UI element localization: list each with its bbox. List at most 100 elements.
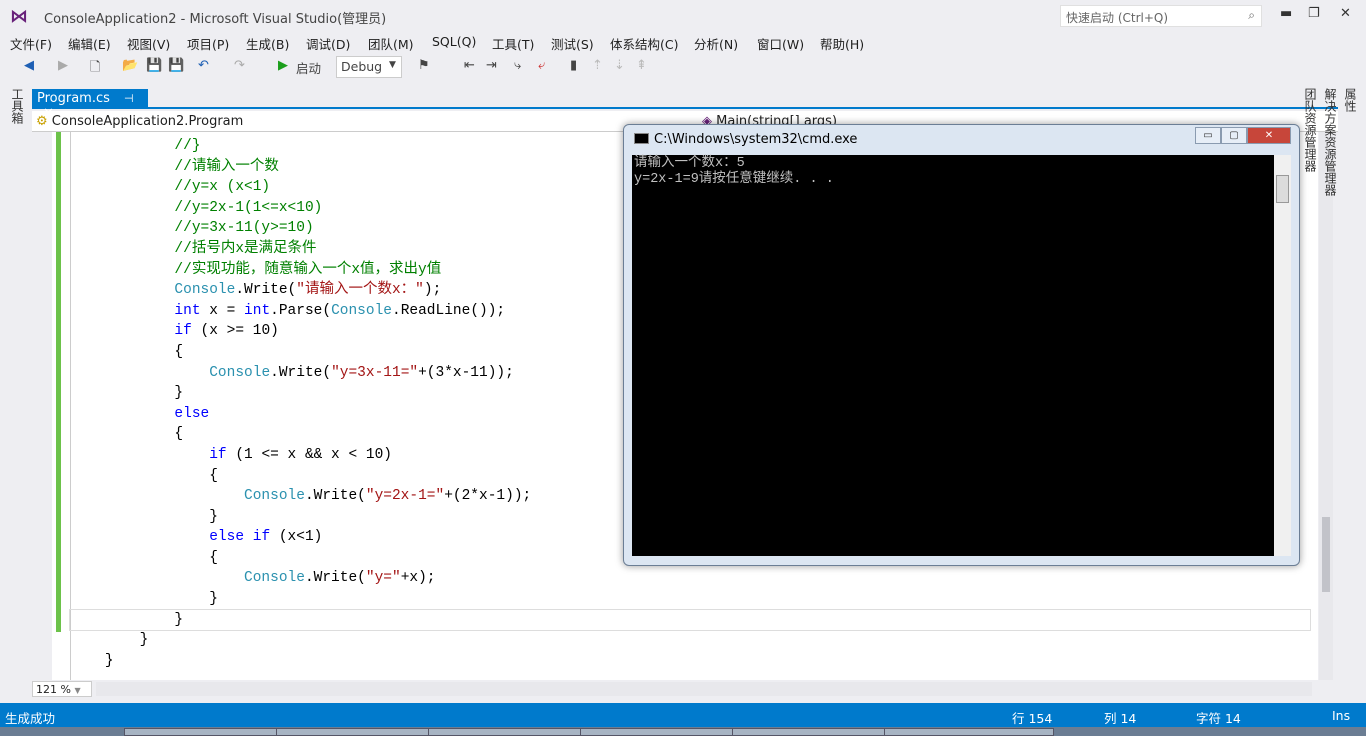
code-token: } xyxy=(104,652,114,669)
cmd-scrollbar-thumb[interactable] xyxy=(1276,175,1289,203)
clear-bookmarks-icon[interactable]: ⇞ xyxy=(636,58,647,73)
status-column: 列 14 xyxy=(1104,711,1137,726)
menu-item[interactable]: 窗口(W) xyxy=(757,34,804,53)
cmd-window[interactable]: C:\Windows\system32\cmd.exe ▭ ▢ ✕ 请输入一个数x：… xyxy=(623,124,1300,566)
solution-explorer-tab[interactable]: 解决方案资源管理器 xyxy=(1320,88,1340,196)
code-token: Console xyxy=(244,488,305,505)
taskbar-item[interactable] xyxy=(580,728,750,736)
cmd-icon xyxy=(634,133,649,144)
window-title: ConsoleApplication2 - Microsoft Visual S… xyxy=(44,12,387,27)
code-token: //请输入一个数 xyxy=(174,158,279,175)
pin-icon[interactable]: ⊣ xyxy=(124,92,134,105)
bookmark-icon[interactable]: ▮ xyxy=(570,58,577,73)
editor-horizontal-scrollbar[interactable] xyxy=(96,682,1312,696)
code-token: .Write( xyxy=(304,570,366,587)
code-token: //} xyxy=(174,138,201,154)
code-token: } xyxy=(209,591,218,608)
uncomment-icon[interactable]: ⤶ xyxy=(538,58,545,73)
code-line: } xyxy=(69,608,1311,632)
restore-button[interactable]: ❐ xyxy=(1308,6,1320,21)
editor-vertical-scrollbar[interactable] xyxy=(1319,132,1333,680)
class-icon: ⚙ xyxy=(36,114,48,129)
comment-icon[interactable]: ⤷ xyxy=(514,58,521,73)
quick-launch-input[interactable]: 快速启动 (Ctrl+Q) ⌕ xyxy=(1060,5,1262,27)
menu-item[interactable]: 项目(P) xyxy=(187,34,229,53)
undo-icon[interactable]: ↶ xyxy=(198,58,209,73)
menu-item[interactable]: 视图(V) xyxy=(127,34,170,53)
outdent-icon[interactable]: ⇥ xyxy=(486,58,497,73)
taskbar-item[interactable] xyxy=(276,728,446,736)
scrollbar-thumb[interactable] xyxy=(1322,517,1330,592)
code-token: //括号内x是满足条件 xyxy=(174,240,317,257)
menu-item[interactable]: 文件(F) xyxy=(10,34,52,53)
status-message: 生成成功 xyxy=(5,711,56,726)
menu-item[interactable]: 生成(B) xyxy=(246,34,289,53)
configuration-select[interactable]: Debug ▼ xyxy=(336,56,402,78)
class-dropdown[interactable]: ⚙ ConsoleApplication2.Program xyxy=(36,114,243,129)
code-token: if xyxy=(174,323,192,340)
tab-label: Program.cs xyxy=(37,91,110,106)
prev-bookmark-icon[interactable]: ⇡ xyxy=(592,58,603,73)
cmd-close-button[interactable]: ✕ xyxy=(1247,127,1291,144)
code-line: Console.Write("y="+x); xyxy=(70,568,1310,589)
code-token: (x >= 10) xyxy=(191,323,279,340)
cmd-maximize-button[interactable]: ▢ xyxy=(1221,127,1247,144)
menu-item[interactable]: 团队(M) xyxy=(368,34,414,53)
menu-item[interactable]: 分析(N) xyxy=(694,34,738,53)
menu-item[interactable]: 工具(T) xyxy=(492,34,534,53)
code-token: } xyxy=(139,632,149,649)
taskbar-item[interactable] xyxy=(428,728,598,736)
code-token: else xyxy=(174,405,210,422)
indent-icon[interactable]: ⇤ xyxy=(464,58,475,73)
menu-item[interactable]: 调试(D) xyxy=(306,34,350,53)
status-char: 字符 14 xyxy=(1196,711,1241,726)
taskbar-item[interactable] xyxy=(732,728,902,736)
tab-program-cs[interactable]: Program.cs ⊣ ✕ xyxy=(32,89,148,121)
forward-icon[interactable]: ▶ xyxy=(58,58,68,73)
chevron-down-icon: ▼ xyxy=(389,60,396,70)
menu-item[interactable]: 体系结构(C) xyxy=(610,34,678,53)
save-all-icon[interactable]: 💾 xyxy=(168,58,184,73)
toolbox-tab[interactable]: 工具箱 xyxy=(8,88,26,124)
change-indicator xyxy=(56,132,61,632)
menu-item[interactable]: 编辑(E) xyxy=(68,34,111,53)
start-icon[interactable]: ▶ xyxy=(278,58,288,73)
code-token: } xyxy=(174,611,184,628)
code-token: "y=" xyxy=(365,570,401,587)
back-icon[interactable]: ◀ xyxy=(24,58,34,73)
console-output[interactable]: 请输入一个数x：5 y=2x-1=9请按任意键继续. . . xyxy=(632,155,1274,556)
menu-item[interactable]: SQL(Q) xyxy=(432,34,476,49)
cmd-window-controls: ▭ ▢ ✕ xyxy=(1195,127,1291,145)
taskbar-item[interactable] xyxy=(124,728,294,736)
code-token: +(3*x-11)); xyxy=(418,364,514,381)
open-icon[interactable]: 📂 xyxy=(122,58,138,73)
code-token: .Parse( xyxy=(270,302,332,319)
code-token: { xyxy=(209,467,218,484)
cmd-minimize-button[interactable]: ▭ xyxy=(1195,127,1221,144)
find-icon[interactable]: ⚑ xyxy=(418,58,430,73)
code-token: } xyxy=(174,385,184,402)
code-token: { xyxy=(174,426,184,443)
save-icon[interactable]: 💾 xyxy=(146,58,162,73)
zoom-select[interactable]: 121 % ▼ xyxy=(32,681,92,697)
start-button[interactable]: 启动 xyxy=(296,58,321,77)
menu-item[interactable]: 测试(S) xyxy=(551,34,594,53)
code-token: //实现功能，随意输入一个x值，求出y值 xyxy=(174,261,442,278)
cmd-title-bar: C:\Windows\system32\cmd.exe xyxy=(634,132,857,147)
code-token: (x<1) xyxy=(270,529,323,546)
minimize-button[interactable]: ▬ xyxy=(1280,6,1292,21)
new-project-icon[interactable]: 🗋 xyxy=(90,58,100,80)
menu-item[interactable]: 帮助(H) xyxy=(820,34,864,53)
properties-tab[interactable]: 属性 xyxy=(1340,88,1360,196)
taskbar-item[interactable] xyxy=(884,728,1054,736)
team-explorer-tab[interactable]: 团队资源管理器 xyxy=(1300,88,1320,196)
code-token: x = xyxy=(200,302,245,319)
code-token: { xyxy=(209,549,218,566)
next-bookmark-icon[interactable]: ⇣ xyxy=(614,58,625,73)
redo-icon[interactable]: ↷ xyxy=(234,58,245,73)
cmd-scrollbar[interactable] xyxy=(1274,155,1291,556)
code-token: Console xyxy=(244,570,305,587)
code-token: .Write( xyxy=(270,364,332,381)
code-token: "y=3x-11=" xyxy=(331,364,419,381)
close-button[interactable]: ✕ xyxy=(1340,6,1351,21)
